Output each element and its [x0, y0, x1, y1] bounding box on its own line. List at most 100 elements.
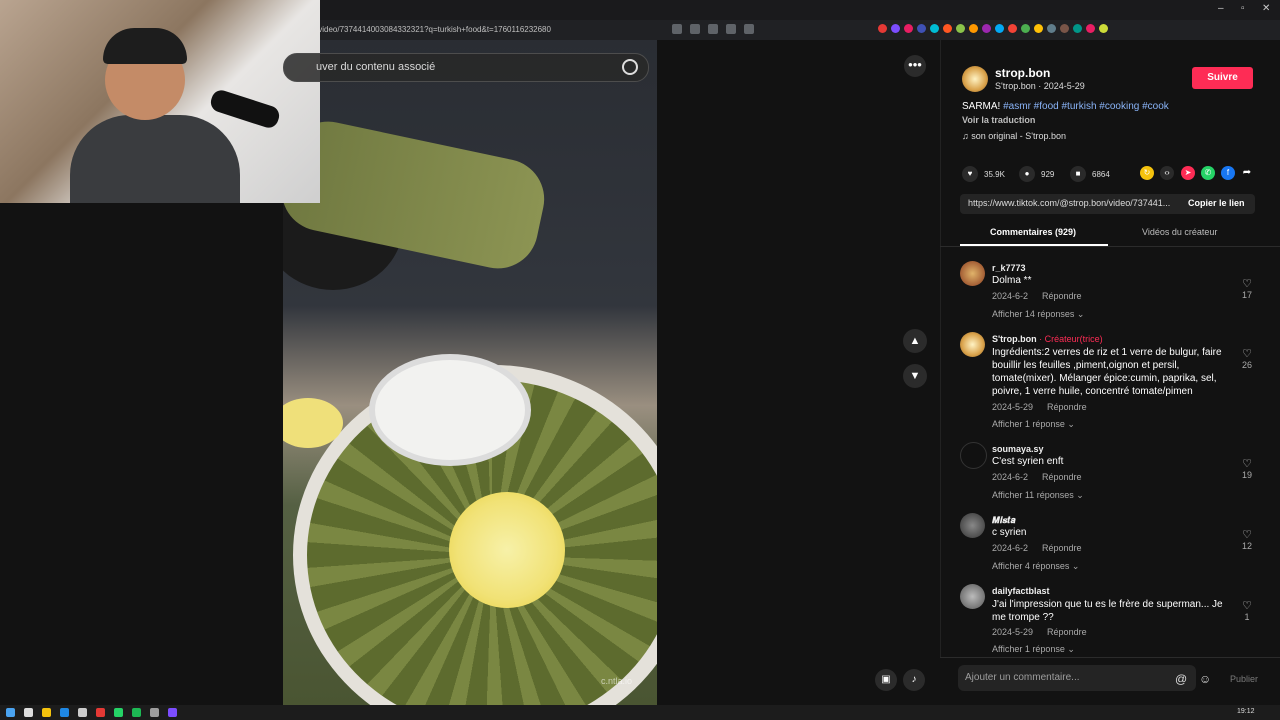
commenter-avatar[interactable]: [960, 584, 985, 609]
comment-username[interactable]: dailyfactblast: [992, 586, 1050, 596]
minimize-icon[interactable]: –: [1218, 3, 1224, 14]
video-watermark: c.ntla.io: [601, 676, 633, 686]
view-replies-button[interactable]: Afficher 14 réponses ⌄: [992, 309, 1084, 320]
search-icon[interactable]: [24, 708, 33, 717]
comment-username[interactable]: r_k7773: [992, 263, 1026, 273]
caption-hashtags[interactable]: #asmr #food #turkish #cooking #cook: [1003, 101, 1169, 112]
extension-icon[interactable]: [1060, 24, 1069, 33]
send-icon[interactable]: ➤: [1181, 166, 1195, 180]
extension-icon[interactable]: [956, 24, 965, 33]
commenter-avatar[interactable]: [960, 442, 987, 469]
reply-button[interactable]: Répondre: [1042, 472, 1082, 482]
extension-icon[interactable]: [943, 24, 952, 33]
comment-bubble-icon[interactable]: ●: [1019, 166, 1035, 182]
chevron-down-icon[interactable]: ▼: [903, 364, 927, 388]
extension-icon[interactable]: [1021, 24, 1030, 33]
bookmark-icon[interactable]: ■: [1070, 166, 1086, 182]
extension-icon[interactable]: [969, 24, 978, 33]
edge-icon[interactable]: [60, 708, 69, 717]
comment-like[interactable]: ♡ 26: [1237, 347, 1257, 370]
view-replies-button[interactable]: Afficher 1 réponse ⌄: [992, 419, 1075, 430]
embed-code-icon[interactable]: ‹›: [1160, 166, 1174, 180]
share-arrow-icon[interactable]: ➦: [1240, 166, 1254, 180]
video-player[interactable]: c.ntla.io: [283, 40, 657, 705]
maximize-icon[interactable]: ▫: [1241, 3, 1245, 14]
translate-icon[interactable]: [672, 24, 682, 34]
view-replies-button[interactable]: Afficher 4 réponses ⌄: [992, 561, 1079, 572]
spotify-icon[interactable]: [132, 708, 141, 717]
creator-avatar[interactable]: [962, 66, 988, 92]
music-row[interactable]: ♫ son original - S'trop.bon: [962, 131, 1066, 141]
extension-icon[interactable]: [1073, 24, 1082, 33]
picture-in-picture-icon[interactable]: ▣: [875, 669, 897, 691]
publish-button[interactable]: Publier: [1230, 674, 1258, 684]
extension-icon[interactable]: [930, 24, 939, 33]
tab-creator-videos[interactable]: Vidéos du créateur: [1142, 227, 1217, 237]
heart-icon[interactable]: ♥: [962, 166, 978, 182]
chevron-up-icon[interactable]: ▲: [903, 329, 927, 353]
extension-icon[interactable]: [995, 24, 1004, 33]
comment-like[interactable]: ♡ 1: [1237, 599, 1257, 622]
extension-icon[interactable]: [891, 24, 900, 33]
facebook-icon[interactable]: f: [1221, 166, 1235, 180]
comment-username[interactable]: 𝑴𝒊𝒔𝒕𝒂: [992, 515, 1016, 526]
comment-like[interactable]: ♡ 12: [1237, 528, 1257, 551]
tab-comments[interactable]: Commentaires (929): [990, 227, 1076, 237]
extension-icon[interactable]: [904, 24, 913, 33]
extension-icon[interactable]: [917, 24, 926, 33]
extension-icon[interactable]: [878, 24, 887, 33]
file-explorer-icon[interactable]: [42, 708, 51, 717]
close-window-icon[interactable]: ✕: [1262, 3, 1270, 14]
open-external-icon[interactable]: [690, 24, 700, 34]
extension-icon[interactable]: [1099, 24, 1108, 33]
store-icon[interactable]: [78, 708, 87, 717]
search-icon[interactable]: [622, 59, 638, 75]
zoom-icon[interactable]: [726, 24, 736, 34]
copy-link-button[interactable]: Copier le lien: [1188, 198, 1245, 208]
heart-outline-icon[interactable]: ♡: [1237, 457, 1257, 470]
repost-icon[interactable]: ↻: [1140, 166, 1154, 180]
browser-icon[interactable]: [96, 708, 105, 717]
commenter-avatar[interactable]: [960, 261, 985, 286]
reply-button[interactable]: Répondre: [1042, 543, 1082, 553]
comment-like[interactable]: ♡ 19: [1237, 457, 1257, 480]
share-page-icon[interactable]: [744, 24, 754, 34]
volume-icon[interactable]: ♪: [903, 669, 925, 691]
comment-username[interactable]: soumaya.sy: [992, 444, 1044, 454]
save-stat[interactable]: ■ 6864: [1070, 166, 1110, 182]
commenter-avatar[interactable]: [960, 332, 985, 357]
emoji-icon[interactable]: ☺: [1199, 672, 1211, 686]
view-replies-button[interactable]: Afficher 11 réponses ⌄: [992, 490, 1084, 501]
discord-icon[interactable]: [168, 708, 177, 717]
follow-button[interactable]: Suivre: [1192, 67, 1253, 89]
mention-icon[interactable]: @: [1175, 672, 1187, 686]
commenter-avatar[interactable]: [960, 513, 985, 538]
reply-button[interactable]: Répondre: [1047, 402, 1087, 412]
more-horizontal-icon[interactable]: •••: [904, 55, 926, 77]
extension-icon[interactable]: [982, 24, 991, 33]
language-icon[interactable]: [708, 24, 718, 34]
whatsapp-icon[interactable]: [114, 708, 123, 717]
view-replies-button[interactable]: Afficher 1 réponse ⌄: [992, 644, 1075, 655]
heart-outline-icon[interactable]: ♡: [1237, 277, 1257, 290]
see-translation-link[interactable]: Voir la traduction: [962, 115, 1035, 125]
comment-like[interactable]: ♡ 17: [1237, 277, 1257, 300]
reply-button[interactable]: Répondre: [1042, 291, 1082, 301]
heart-outline-icon[interactable]: ♡: [1237, 528, 1257, 541]
extension-icon[interactable]: [1047, 24, 1056, 33]
like-stat[interactable]: ♥ 35.9K: [962, 166, 1005, 182]
start-icon[interactable]: [6, 708, 15, 717]
comment-stat[interactable]: ● 929: [1019, 166, 1054, 182]
creator-username[interactable]: strop.bon: [995, 66, 1050, 80]
extension-icon[interactable]: [1008, 24, 1017, 33]
heart-outline-icon[interactable]: ♡: [1237, 347, 1257, 360]
reply-button[interactable]: Répondre: [1047, 627, 1087, 637]
video-caption: SARMA! #asmr #food #turkish #cooking #co…: [962, 101, 1169, 112]
share-link-url[interactable]: https://www.tiktok.com/@strop.bon/video/…: [968, 198, 1178, 208]
extension-icon[interactable]: [1034, 24, 1043, 33]
obs-icon[interactable]: [150, 708, 159, 717]
whatsapp-icon[interactable]: ✆: [1201, 166, 1215, 180]
heart-outline-icon[interactable]: ♡: [1237, 599, 1257, 612]
comment-username[interactable]: S'trop.bon · Créateur(trice): [992, 334, 1103, 344]
extension-icon[interactable]: [1086, 24, 1095, 33]
